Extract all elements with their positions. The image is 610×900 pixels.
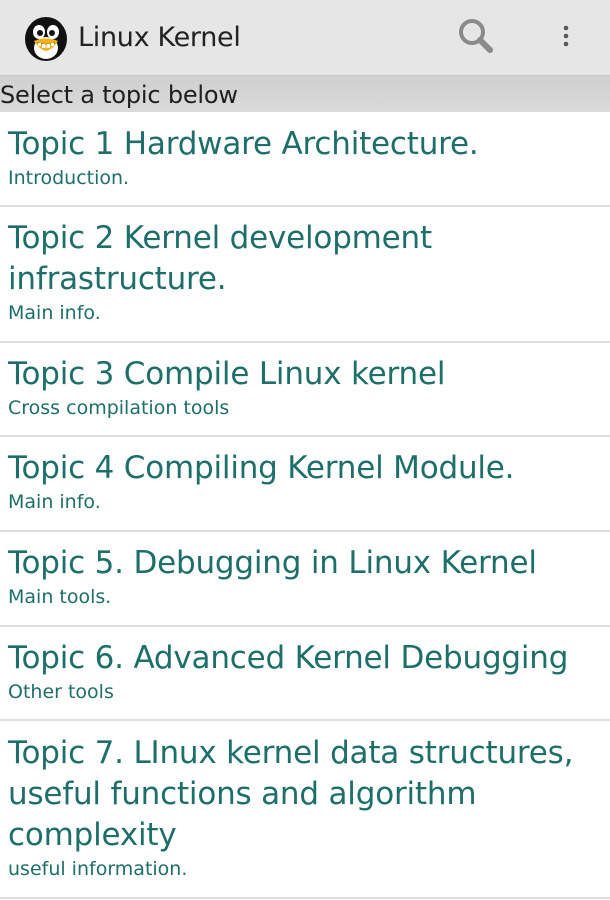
topic-subtitle: useful information.	[8, 858, 188, 880]
topic-subtitle: Main info.	[8, 491, 101, 513]
topic-subtitle: Cross compilation tools	[8, 397, 230, 419]
more-vert-icon	[561, 23, 571, 53]
search-icon	[456, 16, 496, 60]
list-header: Select a topic below	[0, 76, 610, 112]
topic-title: Topic 6. Advanced Kernel Debugging	[8, 640, 569, 676]
topic-item-1[interactable]: Topic 1 Hardware Architecture. Introduct…	[0, 112, 610, 207]
topic-subtitle: Main info.	[8, 302, 101, 324]
topic-subtitle: Introduction.	[8, 167, 130, 189]
overflow-menu-button[interactable]	[548, 14, 584, 62]
app-title: Linux Kernel	[78, 22, 241, 53]
topic-item-6[interactable]: Topic 6. Advanced Kernel Debugging Other…	[0, 627, 610, 721]
topic-title: Topic 4 Compiling Kernel Module.	[8, 450, 515, 486]
topic-item-7[interactable]: Topic 7. LInux kernel data structures, u…	[0, 721, 610, 899]
topic-item-4[interactable]: Topic 4 Compiling Kernel Module. Main in…	[0, 437, 610, 532]
topic-item-2[interactable]: Topic 2 Kernel development infrastructur…	[0, 207, 610, 343]
topic-subtitle: Other tools	[8, 681, 114, 703]
list-header-label: Select a topic below	[0, 81, 238, 109]
topic-subtitle: Main tools.	[8, 586, 112, 608]
tux-penguin-logo-icon[interactable]	[22, 14, 70, 62]
search-button[interactable]	[452, 14, 500, 62]
topic-title: Topic 1 Hardware Architecture.	[8, 126, 479, 162]
topic-title: Topic 2 Kernel development infrastructur…	[8, 220, 432, 297]
topic-title: Topic 5. Debugging in Linux Kernel	[8, 545, 537, 581]
topic-item-3[interactable]: Topic 3 Compile Linux kernel Cross compi…	[0, 343, 610, 437]
action-bar: Linux Kernel	[0, 0, 610, 76]
topic-title: Topic 3 Compile Linux kernel	[8, 356, 446, 392]
topic-title: Topic 7. LInux kernel data structures, u…	[8, 735, 574, 853]
topic-item-5[interactable]: Topic 5. Debugging in Linux Kernel Main …	[0, 532, 610, 627]
